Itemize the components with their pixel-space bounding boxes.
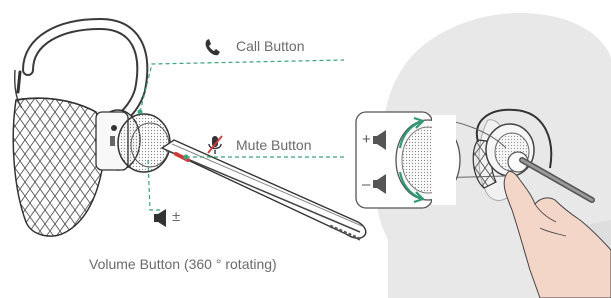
mute-button-label: Mute Button — [236, 137, 312, 153]
volume-minus-symbol: – — [362, 176, 371, 193]
volume-plus-symbol: + — [362, 131, 371, 148]
call-leader — [139, 59, 345, 113]
volume-button-caption: Volume Button (360 ° rotating) — [89, 256, 277, 272]
headset-diagram: Call Button Mute Button ± Volume Button … — [0, 0, 611, 298]
headset-body — [12, 97, 105, 237]
led-slot — [16, 70, 22, 94]
volume-plus-minus-symbol: ± — [172, 208, 181, 225]
speaker-icon — [154, 209, 166, 227]
leader-lines — [139, 59, 345, 211]
boom-arm — [160, 139, 367, 239]
muted-microphone-icon — [207, 135, 223, 154]
call-button-label: Call Button — [236, 38, 305, 54]
phone-icon — [205, 39, 220, 56]
